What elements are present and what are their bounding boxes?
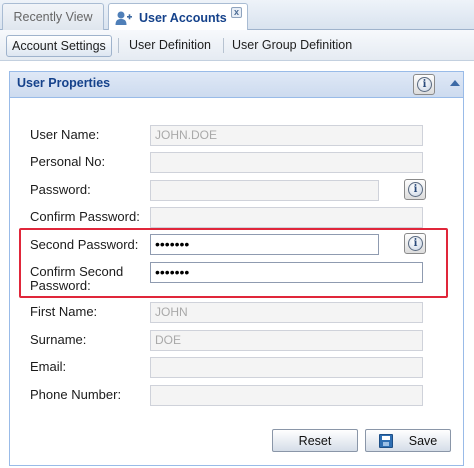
save-button-label: Save (408, 433, 438, 448)
save-button[interactable]: Save (365, 429, 451, 452)
tab-recently-view[interactable]: Recently View (2, 3, 104, 30)
confirm-password-field[interactable] (150, 207, 423, 228)
personal-no-label: Personal No: (30, 154, 106, 169)
confirm-second-password-label-line2: Password: (30, 278, 91, 293)
confirm-password-label: Confirm Password: (30, 209, 140, 224)
save-icon (378, 433, 393, 448)
divider (118, 38, 119, 53)
second-password-info-button[interactable]: i (404, 233, 426, 254)
tab-user-definition[interactable]: User Definition (124, 35, 216, 57)
tab-strip: Recently View User Accounts x (0, 0, 474, 31)
divider (223, 38, 224, 53)
tab-user-accounts[interactable]: User Accounts x (108, 3, 248, 31)
confirm-second-password-field[interactable]: ••••••• (150, 262, 423, 283)
collapse-icon[interactable] (450, 80, 460, 86)
tab-user-group-definition[interactable]: User Group Definition (227, 35, 357, 57)
password-label: Password: (30, 182, 91, 197)
phone-number-field[interactable] (150, 385, 423, 406)
close-icon[interactable]: x (231, 7, 242, 18)
email-label: Email: (30, 359, 67, 374)
info-icon: i (408, 236, 423, 251)
first-name-field[interactable]: JOHN (150, 302, 423, 323)
confirm-second-password-label: Confirm Second (30, 264, 124, 279)
reset-button[interactable]: Reset (272, 429, 358, 452)
personal-no-field[interactable] (150, 152, 423, 173)
panel-header: User Properties i (10, 72, 463, 98)
user-name-label: User Name: (30, 127, 100, 142)
password-info-button[interactable]: i (404, 179, 426, 200)
phone-number-label: Phone Number: (30, 387, 122, 402)
password-field[interactable] (150, 180, 379, 201)
info-icon: i (408, 182, 423, 197)
panel-title: User Properties (17, 76, 111, 90)
panel-info-button[interactable]: i (413, 74, 435, 95)
info-icon: i (417, 77, 432, 92)
email-field[interactable] (150, 357, 423, 378)
second-password-field[interactable]: ••••••• (150, 234, 379, 255)
surname-field[interactable]: DOE (150, 330, 423, 351)
user-name-field[interactable]: JOHN.DOE (150, 125, 423, 146)
tab-user-accounts-label: User Accounts (139, 10, 227, 25)
tab-account-settings[interactable]: Account Settings (6, 35, 112, 57)
second-password-label: Second Password: (30, 237, 139, 252)
sub-tab-bar: Account Settings User Definition User Gr… (0, 30, 474, 61)
user-add-icon (115, 10, 133, 26)
surname-label: Surname: (30, 332, 87, 347)
tab-recently-view-label: Recently View (13, 10, 93, 24)
reset-button-label: Reset (298, 433, 332, 448)
user-properties-panel: User Properties i User Name: JOHN.DOE Pe… (9, 71, 464, 466)
first-name-label: First Name: (30, 304, 98, 319)
